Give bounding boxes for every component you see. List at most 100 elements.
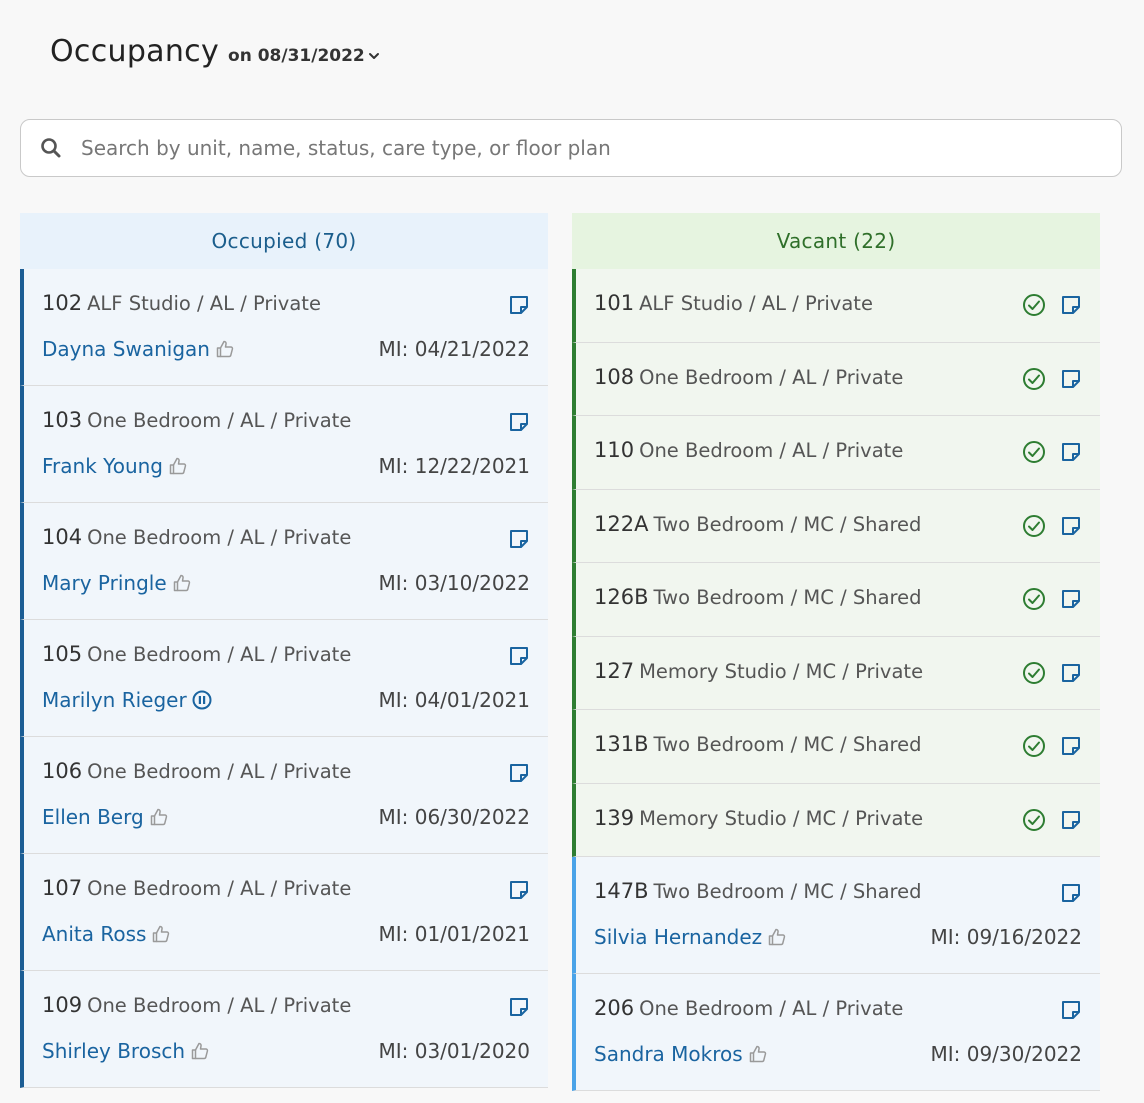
- unit-number: 105: [42, 642, 83, 666]
- note-icon[interactable]: [508, 528, 530, 550]
- unit-description: Two Bedroom / MC / Shared: [653, 586, 922, 609]
- note-icon[interactable]: [508, 879, 530, 901]
- note-icon[interactable]: [1060, 294, 1082, 316]
- resident-line: Silvia Hernandez: [594, 925, 787, 949]
- resident-line: Dayna Swanigan: [42, 337, 235, 361]
- vacant-unit-card[interactable]: 126B Two Bedroom / MC / Shared: [572, 563, 1100, 637]
- check-circle-icon: [1022, 808, 1046, 832]
- resident-line: Sandra Mokros: [594, 1042, 768, 1066]
- check-circle-icon: [1022, 440, 1046, 464]
- unit-line: 206 One Bedroom / AL / Private: [594, 996, 903, 1020]
- unit-number: 106: [42, 759, 83, 783]
- unit-description: One Bedroom / AL / Private: [87, 877, 352, 900]
- unit-line: 104 One Bedroom / AL / Private: [42, 525, 351, 549]
- resident-line: Frank Young: [42, 454, 188, 478]
- unit-card[interactable]: 109 One Bedroom / AL / Private Shirley Bro…: [20, 971, 548, 1088]
- unit-card[interactable]: 147B Two Bedroom / MC / Shared Silvia Hern…: [572, 857, 1100, 974]
- page-header: Occupancy on 08/31/2022: [50, 34, 380, 69]
- move-in-date: MI: 01/01/2021: [378, 922, 530, 946]
- note-icon[interactable]: [1060, 515, 1082, 537]
- thumbs-up-icon: [168, 456, 188, 476]
- unit-line: 106 One Bedroom / AL / Private: [42, 759, 351, 783]
- unit-description: One Bedroom / AL / Private: [87, 760, 352, 783]
- note-icon[interactable]: [508, 645, 530, 667]
- move-in-date: MI: 09/16/2022: [930, 925, 1082, 949]
- note-icon[interactable]: [508, 996, 530, 1018]
- resident-line: Marilyn Rieger: [42, 688, 212, 712]
- unit-line: 107 One Bedroom / AL / Private: [42, 876, 351, 900]
- unit-number: 127: [594, 658, 635, 683]
- pause-icon: [192, 690, 212, 710]
- unit-line: 101 ALF Studio / AL / Private: [594, 291, 873, 315]
- unit-number: 107: [42, 876, 83, 900]
- unit-description: ALF Studio / AL / Private: [639, 292, 873, 315]
- vacant-unit-card[interactable]: 139 Memory Studio / MC / Private: [572, 783, 1100, 857]
- note-icon[interactable]: [1060, 735, 1082, 757]
- resident-line: Shirley Brosch: [42, 1039, 210, 1063]
- resident-name-link[interactable]: Ellen Berg: [42, 805, 144, 829]
- unit-number: 104: [42, 525, 83, 549]
- note-icon[interactable]: [1060, 662, 1082, 684]
- vacant-unit-card[interactable]: 108 One Bedroom / AL / Private: [572, 342, 1100, 416]
- resident-name-link[interactable]: Sandra Mokros: [594, 1042, 743, 1066]
- search-icon: [39, 136, 63, 160]
- move-in-date: MI: 04/21/2022: [378, 337, 530, 361]
- unit-number: 139: [594, 805, 635, 830]
- note-icon[interactable]: [1060, 588, 1082, 610]
- thumbs-up-icon: [215, 339, 235, 359]
- chevron-down-icon: [368, 46, 380, 66]
- resident-name-link[interactable]: Anita Ross: [42, 922, 146, 946]
- note-icon[interactable]: [508, 762, 530, 784]
- unit-line: 126B Two Bedroom / MC / Shared: [594, 585, 921, 609]
- thumbs-up-icon: [190, 1041, 210, 1061]
- unit-card[interactable]: 106 One Bedroom / AL / Private Ellen Berg M…: [20, 737, 548, 854]
- check-circle-icon: [1022, 293, 1046, 317]
- unit-line: 103 One Bedroom / AL / Private: [42, 408, 351, 432]
- unit-description: Memory Studio / MC / Private: [639, 806, 924, 830]
- unit-description: One Bedroom / AL / Private: [87, 526, 352, 549]
- occupied-list: 102 ALF Studio / AL / Private Dayna Swanig…: [20, 269, 548, 1088]
- thumbs-up-icon: [767, 927, 787, 947]
- unit-card[interactable]: 206 One Bedroom / AL / Private Sandra Mokr…: [572, 974, 1100, 1091]
- vacant-unit-card[interactable]: 101 ALF Studio / AL / Private: [572, 269, 1100, 343]
- unit-description: Memory Studio / MC / Private: [639, 659, 924, 683]
- resident-name-link[interactable]: Marilyn Rieger: [42, 688, 187, 712]
- unit-line: 105 One Bedroom / AL / Private: [42, 642, 351, 666]
- resident-name-link[interactable]: Shirley Brosch: [42, 1039, 185, 1063]
- vacant-unit-card[interactable]: 110 One Bedroom / AL / Private: [572, 416, 1100, 490]
- search-input[interactable]: [81, 136, 1081, 160]
- vacant-unit-card[interactable]: 131B Two Bedroom / MC / Shared: [572, 710, 1100, 784]
- search-bar: [20, 119, 1122, 177]
- unit-card[interactable]: 107 One Bedroom / AL / Private Anita Ross M…: [20, 854, 548, 971]
- date-label: on 08/31/2022: [228, 46, 365, 66]
- note-icon[interactable]: [1060, 999, 1082, 1021]
- resident-name-link[interactable]: Silvia Hernandez: [594, 925, 762, 949]
- vacant-column-header: Vacant (22): [572, 213, 1100, 269]
- note-icon[interactable]: [1060, 368, 1082, 390]
- unit-description: One Bedroom / AL / Private: [87, 994, 352, 1017]
- resident-name-link[interactable]: Dayna Swanigan: [42, 337, 210, 361]
- vacant-unit-card[interactable]: 122A Two Bedroom / MC / Shared: [572, 489, 1100, 563]
- check-circle-icon: [1022, 734, 1046, 758]
- unit-card[interactable]: 105 One Bedroom / AL / Private Marilyn Rie…: [20, 620, 548, 737]
- unit-card[interactable]: 104 One Bedroom / AL / Private Mary Pringl…: [20, 503, 548, 620]
- unit-description: One Bedroom / AL / Private: [639, 997, 904, 1020]
- unit-number: 122A: [594, 511, 649, 536]
- unit-line: 127 Memory Studio / MC / Private: [594, 659, 923, 683]
- note-icon[interactable]: [1060, 882, 1082, 904]
- vacant-unit-card[interactable]: 127 Memory Studio / MC / Private: [572, 636, 1100, 710]
- thumbs-up-icon: [748, 1044, 768, 1064]
- note-icon[interactable]: [508, 411, 530, 433]
- date-selector[interactable]: on 08/31/2022: [228, 46, 380, 66]
- note-icon[interactable]: [508, 294, 530, 316]
- unit-line: 110 One Bedroom / AL / Private: [594, 438, 903, 462]
- unit-number: 206: [594, 996, 635, 1020]
- resident-name-link[interactable]: Mary Pringle: [42, 571, 167, 595]
- note-icon[interactable]: [1060, 809, 1082, 831]
- unit-line: 147B Two Bedroom / MC / Shared: [594, 879, 921, 903]
- note-icon[interactable]: [1060, 441, 1082, 463]
- resident-name-link[interactable]: Frank Young: [42, 454, 163, 478]
- vacant-list: 101 ALF Studio / AL / Private 108 One Bedro…: [572, 269, 1100, 1091]
- unit-card[interactable]: 103 One Bedroom / AL / Private Frank Young…: [20, 386, 548, 503]
- unit-card[interactable]: 102 ALF Studio / AL / Private Dayna Swanig…: [20, 269, 548, 386]
